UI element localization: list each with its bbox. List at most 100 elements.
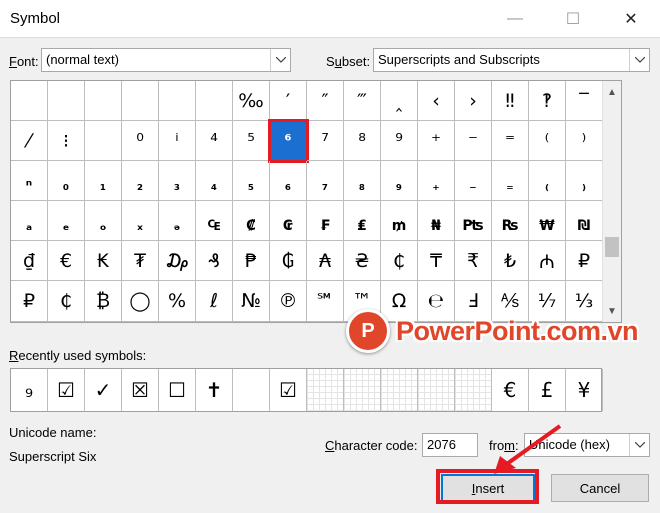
symbol-cell[interactable]: ₒ	[85, 201, 122, 242]
symbol-cell[interactable]: ₱	[233, 241, 270, 282]
symbol-cell[interactable]: ₰	[196, 241, 233, 282]
close-button[interactable]: ✕	[602, 0, 660, 38]
cancel-button[interactable]: Cancel	[551, 474, 649, 502]
symbol-cell[interactable]: ⁱ	[159, 121, 196, 162]
symbol-cell[interactable]	[85, 81, 122, 122]
chevron-down-icon[interactable]	[270, 49, 290, 71]
symbol-cell[interactable]: ⁸	[344, 121, 381, 162]
symbol-cell[interactable]: ₢	[270, 201, 307, 242]
symbol-cell[interactable]: ₓ	[122, 201, 159, 242]
symbol-cell[interactable]: ₴	[344, 241, 381, 282]
recent-symbol-cell[interactable]	[307, 369, 344, 411]
symbol-cell[interactable]: ₵	[381, 241, 418, 282]
symbol-cell[interactable]: ₸	[418, 241, 455, 282]
symbol-cell[interactable]: ₯	[159, 241, 196, 282]
symbol-cell[interactable]: ₎	[566, 161, 603, 202]
symbol-cell[interactable]: ‽	[529, 81, 566, 122]
symbol-cell[interactable]: ₇	[307, 161, 344, 202]
symbol-cell[interactable]: ₅	[233, 161, 270, 202]
symbol-cell[interactable]: №	[233, 281, 270, 322]
symbol-cell[interactable]: ₄	[196, 161, 233, 202]
symbol-cell[interactable]	[122, 81, 159, 122]
recent-symbol-cell[interactable]: ☑	[48, 369, 85, 411]
symbol-cell[interactable]: ₀	[48, 161, 85, 202]
symbol-cell[interactable]: ⁰	[122, 121, 159, 162]
symbol-cell[interactable]: ₆	[270, 161, 307, 202]
symbol-cell[interactable]: ₌	[492, 161, 529, 202]
symbol-cell[interactable]: ₊	[418, 161, 455, 202]
recent-symbol-cell[interactable]: €	[492, 369, 529, 411]
symbol-cell[interactable]: ₔ	[159, 201, 196, 242]
symbol-cell[interactable]: ₋	[455, 161, 492, 202]
symbol-cell[interactable]: ‹	[418, 81, 455, 122]
recent-symbol-cell[interactable]: ¥	[566, 369, 603, 411]
symbol-cell[interactable]: ₼	[529, 241, 566, 282]
symbol-cell[interactable]: ₩	[529, 201, 566, 242]
symbol-cell[interactable]: ₪	[566, 201, 603, 242]
scroll-up-icon[interactable]: ▲	[603, 83, 621, 101]
symbol-cell[interactable]: ₿	[85, 281, 122, 322]
symbol-cell[interactable]	[159, 81, 196, 122]
recent-symbol-cell[interactable]: ☑	[270, 369, 307, 411]
symbol-cell[interactable]: ₨	[492, 201, 529, 242]
symbol-cell[interactable]: ₭	[85, 241, 122, 282]
symbol-cell[interactable]: ⁺	[418, 121, 455, 162]
recent-symbol-cell[interactable]: ☐	[159, 369, 196, 411]
symbol-cell[interactable]: ⁹	[381, 121, 418, 162]
symbol-cell[interactable]: ₮	[122, 241, 159, 282]
symbol-cell[interactable]: ₧	[455, 201, 492, 242]
scroll-thumb[interactable]	[605, 237, 619, 257]
recent-symbol-cell[interactable]: ☒	[122, 369, 159, 411]
symbol-cell[interactable]: %	[159, 281, 196, 322]
symbol-cell[interactable]: ₽	[11, 281, 48, 322]
symbol-cell[interactable]: ‾	[566, 81, 603, 122]
symbol-cell[interactable]: ⁼	[492, 121, 529, 162]
symbol-cell[interactable]: ⁻	[455, 121, 492, 162]
symbol-cell[interactable]: ₹	[455, 241, 492, 282]
symbol-cell[interactable]: ₂	[122, 161, 159, 202]
symbol-cell[interactable]: ₲	[270, 241, 307, 282]
symbol-cell[interactable]: ₦	[418, 201, 455, 242]
symbol-cell[interactable]: ⁄	[11, 121, 48, 162]
recent-symbol-cell[interactable]: ✓	[85, 369, 122, 411]
symbol-cell[interactable]: ₍	[529, 161, 566, 202]
subset-combo[interactable]: Superscripts and Subscripts	[373, 48, 650, 72]
symbol-cell[interactable]: ′	[270, 81, 307, 122]
symbol-cell[interactable]: ₫	[11, 241, 48, 282]
symbol-cell[interactable]: ₺	[492, 241, 529, 282]
minimize-button[interactable]: —	[486, 0, 544, 38]
symbol-cell[interactable]: ‴	[344, 81, 381, 122]
symbol-cell[interactable]: ⁵	[233, 121, 270, 162]
symbol-cell[interactable]: ⁾	[566, 121, 603, 162]
character-code-input[interactable]: 2076	[422, 433, 478, 457]
symbol-cell[interactable]: ⁿ	[11, 161, 48, 202]
symbol-cell[interactable]: ″	[307, 81, 344, 122]
symbol-cell[interactable]: ₥	[381, 201, 418, 242]
symbol-cell[interactable]: ₣	[307, 201, 344, 242]
recent-symbol-cell[interactable]: ₉	[11, 369, 48, 411]
recent-symbol-cell[interactable]: ✝	[196, 369, 233, 411]
symbol-cell[interactable]: ›	[455, 81, 492, 122]
font-combo[interactable]: (normal text)	[41, 48, 291, 72]
symbol-cell[interactable]: ‰	[233, 81, 270, 122]
symbol-cell[interactable]: ₠	[196, 201, 233, 242]
recent-symbol-cell[interactable]	[233, 369, 270, 411]
symbol-cell[interactable]: ℓ	[196, 281, 233, 322]
symbol-cell[interactable]: €	[48, 241, 85, 282]
symbol-cell[interactable]: ⁝	[48, 121, 85, 162]
symbol-cell[interactable]: ₐ	[11, 201, 48, 242]
symbol-cell[interactable]: ₤	[344, 201, 381, 242]
symbol-cell[interactable]: ℠	[307, 281, 344, 322]
symbol-cell[interactable]: ⁷	[307, 121, 344, 162]
symbol-cell[interactable]	[85, 121, 122, 162]
symbol-cell[interactable]: ₡	[233, 201, 270, 242]
symbol-cell[interactable]: ₳	[307, 241, 344, 282]
symbol-cell[interactable]: ₉	[381, 161, 418, 202]
symbol-cell[interactable]: ₵	[48, 281, 85, 322]
symbol-cell[interactable]	[48, 81, 85, 122]
symbol-cell[interactable]: ₁	[85, 161, 122, 202]
symbol-cell[interactable]: ◯	[122, 281, 159, 322]
chevron-down-icon[interactable]	[629, 49, 649, 71]
symbol-cell[interactable]	[196, 81, 233, 122]
recent-symbol-cell[interactable]	[455, 369, 492, 411]
